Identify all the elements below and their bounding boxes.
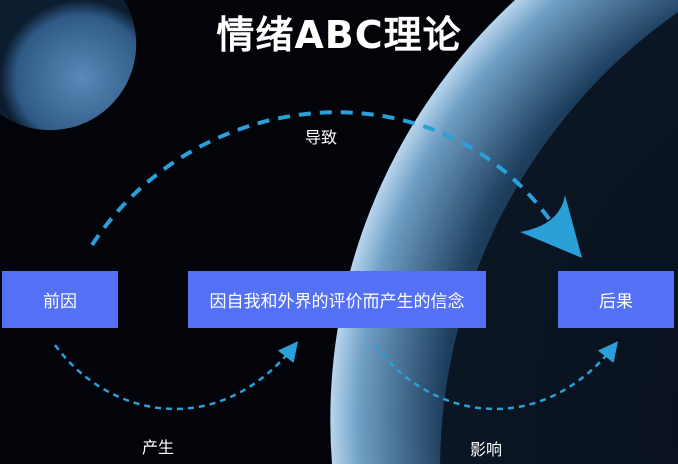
- consequence-box: 后果: [558, 271, 674, 328]
- antecedent-box: 前因: [2, 271, 118, 328]
- arrow-label-bottom-left: 产生: [142, 438, 175, 457]
- arrow-bottom-left: [53, 341, 299, 411]
- belief-box: 因自我和外界的评价而产生的信念: [188, 271, 486, 328]
- page-title: 情绪ABC理论: [216, 13, 462, 57]
- arrow-label-bottom-right: 影响: [470, 440, 503, 459]
- arrow-label-top: 导致: [305, 128, 338, 147]
- space-background: [0, 0, 678, 464]
